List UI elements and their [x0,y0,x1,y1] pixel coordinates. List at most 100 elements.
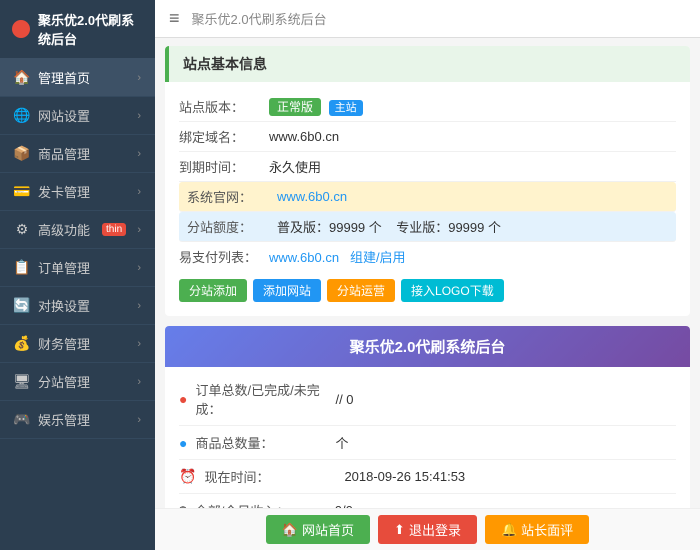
dash-row-value-2: 2018-09-26 15:41:53 [344,469,465,484]
logout-footer-label: 退出登录 [409,520,461,539]
nav-label-home: 管理首页 [38,68,90,87]
content-area: 站点基本信息 站点版本： 正常版 主站 绑定域名： www.6b0.cn [155,38,700,508]
nav-item-left-goods: 📦 商品管理 [14,144,90,163]
nav-arrow-goods: › [137,148,141,160]
sidebar-item-site-settings[interactable]: 🌐 网站设置 › [0,97,155,135]
nav-arrow-home: › [137,72,141,84]
sidebar-item-card[interactable]: 💳 发卡管理 › [0,173,155,211]
nav-item-left-subsite: 🖥 分站管理 [14,372,90,391]
nav-badge-advanced: thin [102,223,126,236]
nav-icon-orders: 📋 [14,260,30,276]
nav-label-finance: 财务管理 [38,334,90,353]
sidebar-item-orders[interactable]: 📋 订单管理 › [0,249,155,287]
nav-label-goods: 商品管理 [38,144,90,163]
expire-value: 永久使用 [269,157,321,176]
nav-label-exchange: 对换设置 [38,296,90,315]
homepage-footer-label: 网站首页 [302,520,354,539]
sidebar-item-subsite[interactable]: 🖥 分站管理 › [0,363,155,401]
branch-mgr-button[interactable]: 分站运营 [327,279,395,302]
sidebar-item-home[interactable]: 🏠 管理首页 › [0,59,155,97]
sidebar-item-exchange[interactable]: 🔄 对换设置 › [0,287,155,325]
openid-button[interactable]: 接入LOGO下载 [401,279,504,302]
dash-row-icon-0: ● [179,391,187,407]
site-action-buttons: 分站添加添加网站分站运营接入LOGO下载 [179,271,676,306]
nav-arrow-site-settings: › [137,110,141,122]
sidebar: 聚乐优2.0代刷系统后台 🏠 管理首页 › 🌐 网站设置 › 📦 商品管理 › … [0,0,155,550]
breadcrumb: 聚乐优2.0代刷系统后台 [192,9,327,28]
nav-arrow-finance: › [137,338,141,350]
branch-row: 分站额度： 普及版：99999 个 专业版：99999 个 [179,212,676,242]
nav-item-left-site-settings: 🌐 网站设置 [14,106,90,125]
sidebar-item-finance[interactable]: 💰 财务管理 › [0,325,155,363]
review-footer-icon: 🔔 [501,522,517,538]
nav-item-left-entertainment: 🎮 娱乐管理 [14,410,90,429]
version-row: 站点版本： 正常版 主站 [179,92,676,122]
footer-actions: 🏠网站首页 ⬆退出登录 🔔站长面评 [155,508,700,550]
easypay-url-link[interactable]: www.6b0.cn [269,250,339,265]
dash-row-icon-2: ⏰ [179,468,196,485]
nav-item-left-advanced: ⚙ 高级功能 thin [14,220,126,239]
site-info-header: 站点基本信息 [165,46,690,82]
sidebar-logo-icon [12,20,30,38]
nav-arrow-orders: › [137,262,141,274]
nav-item-left-home: 🏠 管理首页 [14,68,90,87]
version-main-badge: 主站 [329,100,363,116]
dash-row-2: ⏰ 现在时间： 2018-09-26 15:41:53 [179,460,676,494]
branch-value: 普及版：99999 个 专业版：99999 个 [277,217,501,236]
site-info-body: 站点版本： 正常版 主站 绑定域名： www.6b0.cn 到期时间： 永久使用 [165,82,690,316]
logout-footer-icon: ⬆ [394,522,405,538]
nav-icon-goods: 📦 [14,146,30,162]
nav-icon-site-settings: 🌐 [14,108,30,124]
dashboard-card: 聚乐优2.0代刷系统后台 ● 订单总数/已完成/未完成： // 0 ● 商品总数… [165,326,690,508]
system-url-label: 系统官网： [187,187,277,206]
branch-value1: 普及版：99999 个 [277,220,382,235]
dashboard-header: 聚乐优2.0代刷系统后台 [165,326,690,367]
version-label: 站点版本： [179,97,269,116]
nav-label-advanced: 高级功能 [38,220,90,239]
nav-arrow-subsite: › [137,376,141,388]
bind-domain-label: 绑定域名： [179,127,269,146]
dash-row-0: ● 订单总数/已完成/未完成： // 0 [179,373,676,426]
dashboard-body: ● 订单总数/已完成/未完成： // 0 ● 商品总数量： 个 ⏰ 现在时间： … [165,367,690,508]
add-site-button[interactable]: 添加网站 [253,279,321,302]
menu-toggle-icon[interactable]: ≡ [169,8,180,29]
nav-arrow-advanced: › [137,224,141,236]
easypay-value: www.6b0.cn 组建/启用 [269,247,406,266]
review-footer-button[interactable]: 🔔站长面评 [485,515,589,544]
dash-row-value-0: // 0 [335,392,353,407]
expire-row: 到期时间： 永久使用 [179,152,676,182]
version-value: 正常版 主站 [269,98,363,115]
sidebar-header: 聚乐优2.0代刷系统后台 [0,0,155,59]
main-content: ≡ 聚乐优2.0代刷系统后台 站点基本信息 站点版本： 正常版 主站 绑定域名 [155,0,700,550]
version-badge: 正常版 [269,98,321,116]
sidebar-item-goods[interactable]: 📦 商品管理 › [0,135,155,173]
nav-icon-card: 💳 [14,184,30,200]
homepage-footer-icon: 🏠 [282,522,298,538]
nav-arrow-exchange: › [137,300,141,312]
logout-footer-button[interactable]: ⬆退出登录 [378,515,477,544]
app-container: 聚乐优2.0代刷系统后台 🏠 管理首页 › 🌐 网站设置 › 📦 商品管理 › … [0,0,700,550]
sidebar-nav: 🏠 管理首页 › 🌐 网站设置 › 📦 商品管理 › 💳 发卡管理 › ⚙ 高级… [0,59,155,550]
homepage-footer-button[interactable]: 🏠网站首页 [266,515,370,544]
dash-row-value-1: 个 [335,433,348,452]
nav-icon-exchange: 🔄 [14,298,30,314]
sidebar-item-advanced[interactable]: ⚙ 高级功能 thin › [0,211,155,249]
nav-label-entertainment: 娱乐管理 [38,410,90,429]
sidebar-item-entertainment[interactable]: 🎮 娱乐管理 › [0,401,155,439]
bind-domain-row: 绑定域名： www.6b0.cn [179,122,676,152]
easypay-label: 易支付列表： [179,247,269,266]
nav-arrow-card: › [137,186,141,198]
expire-label: 到期时间： [179,157,269,176]
branch-label: 分站额度： [187,217,277,236]
system-url-link[interactable]: www.6b0.cn [277,189,347,204]
topbar: ≡ 聚乐优2.0代刷系统后台 [155,0,700,38]
nav-icon-advanced: ⚙ [14,222,30,238]
dash-row-3: $ 全部/今日收入： 0/0 [179,494,676,508]
nav-label-subsite: 分站管理 [38,372,90,391]
branch-add-button[interactable]: 分站添加 [179,279,247,302]
nav-label-orders: 订单管理 [38,258,90,277]
nav-icon-subsite: 🖥 [14,374,30,390]
easypay-action-link[interactable]: 组建/启用 [350,250,406,265]
nav-arrow-entertainment: › [137,414,141,426]
nav-item-left-finance: 💰 财务管理 [14,334,90,353]
